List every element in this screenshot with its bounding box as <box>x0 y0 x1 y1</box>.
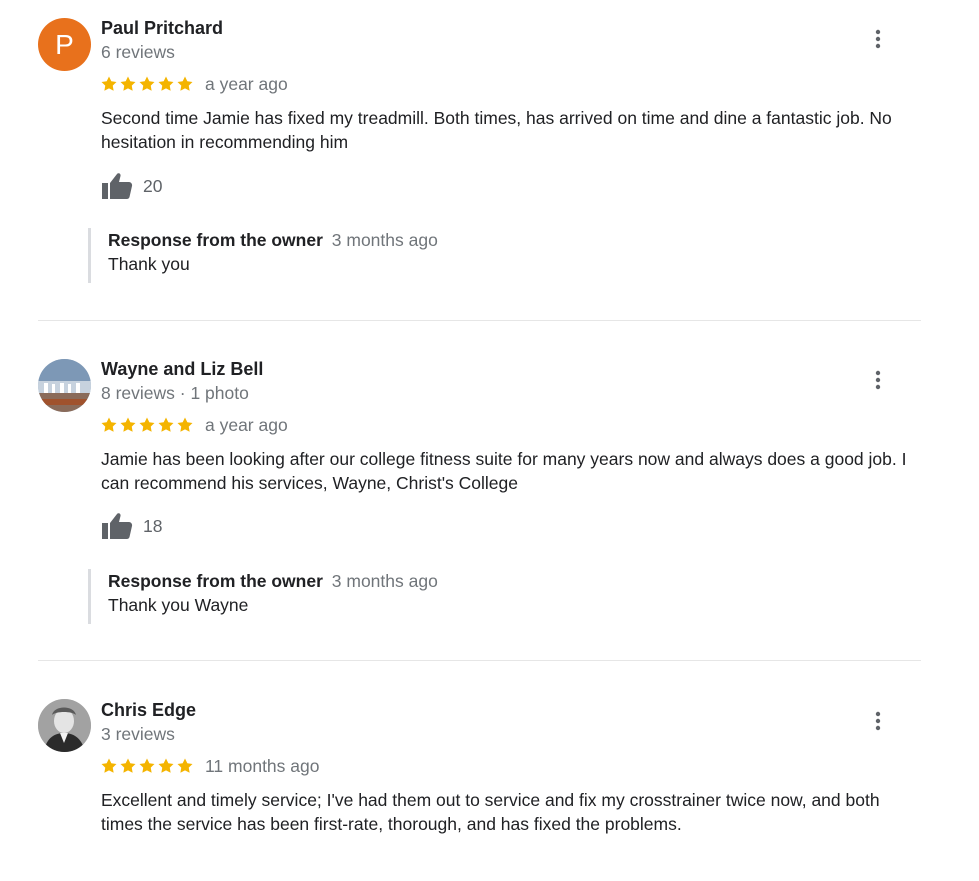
star-icon <box>101 758 117 773</box>
more-options-icon[interactable] <box>864 25 892 53</box>
star-icon <box>120 417 136 432</box>
reviewer-name[interactable]: Chris Edge <box>101 700 196 721</box>
owner-response: Response from the owner 3 months ago Tha… <box>88 228 791 283</box>
star-icon <box>177 758 193 773</box>
star-icon <box>101 417 117 432</box>
star-icon <box>120 76 136 91</box>
star-icon <box>177 417 193 432</box>
thumbs-up-icon <box>102 513 133 539</box>
response-text: Thank you Wayne <box>108 595 249 615</box>
owner-response: Response from the owner 3 months ago Tha… <box>88 569 791 624</box>
star-icon <box>177 76 193 91</box>
star-icon <box>158 76 174 91</box>
review-date: 11 months ago <box>205 755 320 776</box>
response-date: 3 months ago <box>331 230 438 250</box>
star-icon <box>101 76 117 91</box>
reviewer-name[interactable]: Wayne and Liz Bell <box>101 359 263 380</box>
star-icon <box>120 758 136 773</box>
star-icon <box>139 417 155 432</box>
reviewer-name[interactable]: Paul Pritchard <box>101 18 223 39</box>
star-icon <box>139 76 155 91</box>
divider <box>38 320 921 321</box>
avatar[interactable]: P <box>38 18 91 71</box>
like-button[interactable]: 18 <box>101 511 162 541</box>
like-count: 20 <box>143 175 163 196</box>
star-rating: 11 months ago <box>100 755 319 777</box>
response-date: 3 months ago <box>331 571 438 591</box>
like-count: 18 <box>143 515 163 536</box>
review-date: a year ago <box>205 73 288 94</box>
star-rating: a year ago <box>100 73 288 95</box>
response-label: Response from the owner <box>108 571 323 591</box>
review-date: a year ago <box>205 414 288 435</box>
star-icon <box>158 758 174 773</box>
like-button[interactable]: 20 <box>101 171 162 201</box>
more-options-icon[interactable] <box>864 707 892 735</box>
star-icon <box>158 417 174 432</box>
response-text: Thank you <box>108 254 190 274</box>
avatar[interactable] <box>38 699 91 752</box>
review-text: Jamie has been looking after our college… <box>101 449 907 493</box>
star-rating: a year ago <box>100 414 288 436</box>
avatar[interactable] <box>38 359 91 412</box>
reviewer-meta: 3 reviews <box>101 724 175 744</box>
divider <box>38 660 921 661</box>
thumbs-up-icon <box>102 173 133 199</box>
response-label: Response from the owner <box>108 230 323 250</box>
review-text: Excellent and timely service; I've had t… <box>101 790 880 834</box>
star-icon <box>139 758 155 773</box>
reviewer-meta: 8 reviews · 1 photo <box>101 383 249 403</box>
more-options-icon[interactable] <box>864 366 892 394</box>
reviewer-meta: 6 reviews <box>101 42 175 62</box>
review-text: Second time Jamie has fixed my treadmill… <box>101 108 892 152</box>
